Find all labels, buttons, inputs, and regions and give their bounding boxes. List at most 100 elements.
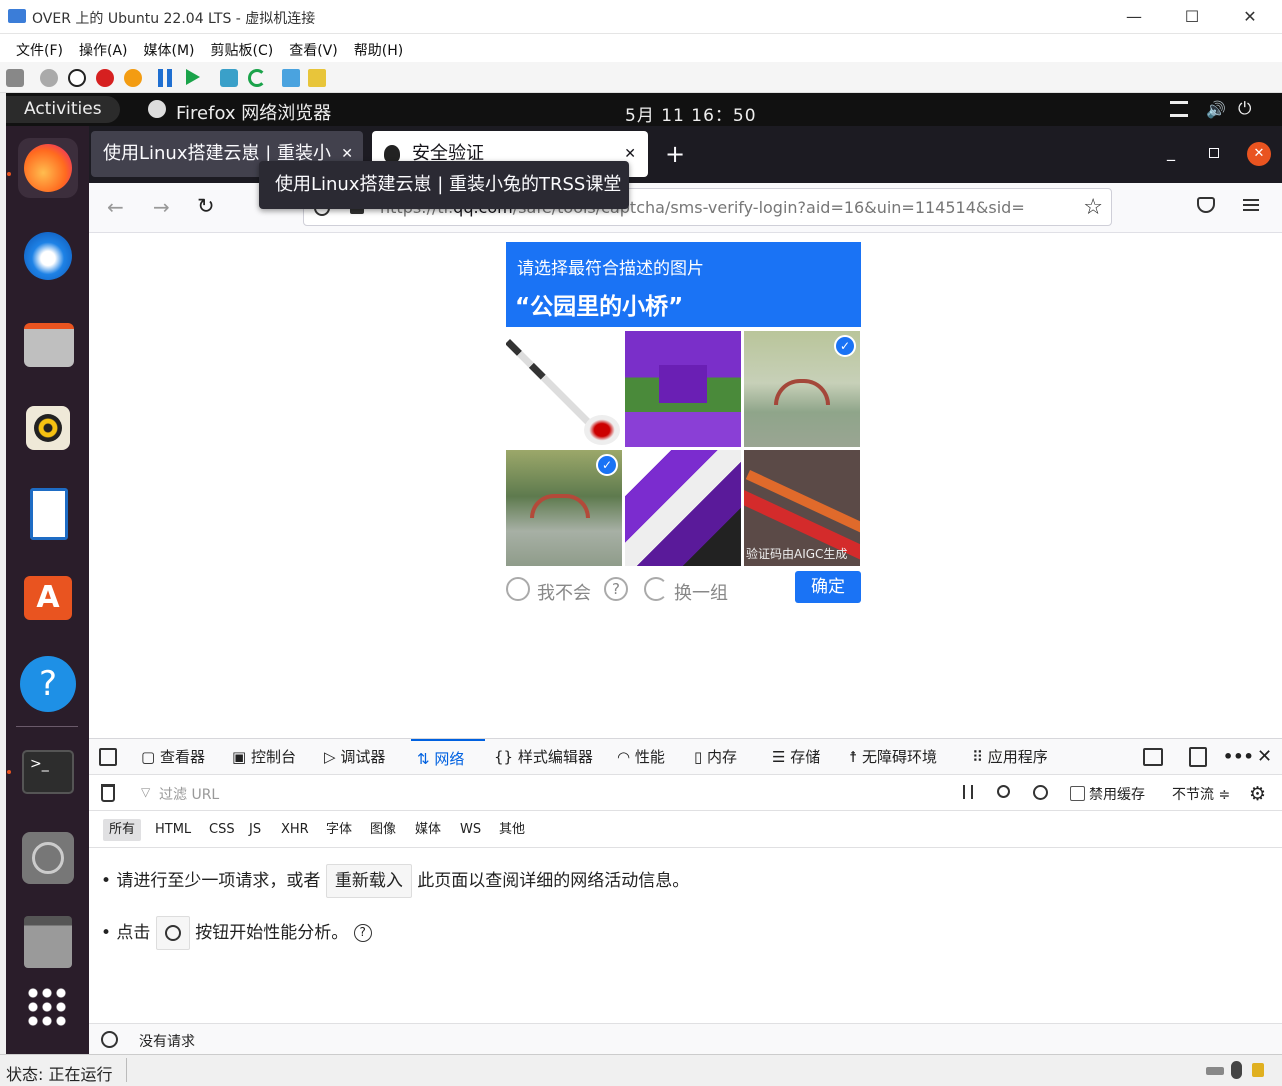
ff-restore-button[interactable] [1209, 148, 1219, 158]
throttle-select[interactable]: 不节流 ≑ [1172, 784, 1230, 804]
dock-sidebar-icon[interactable] [1143, 748, 1163, 766]
shutdown-icon[interactable] [96, 69, 114, 87]
terminal-icon[interactable]: >_ [18, 744, 78, 804]
ff-minimize-button[interactable]: _ [1167, 142, 1175, 161]
pocket-icon[interactable] [1197, 197, 1215, 213]
power-icon[interactable]: ⏻ [1238, 99, 1251, 119]
disable-cache-checkbox[interactable] [1070, 786, 1085, 801]
type-ws[interactable]: WS [454, 819, 487, 841]
element-picker-icon[interactable] [99, 748, 117, 766]
revert-icon[interactable] [248, 69, 266, 87]
ff-close-button[interactable]: ✕ [1247, 142, 1271, 166]
pause-icon[interactable] [158, 69, 172, 87]
enhanced-session-icon[interactable] [282, 69, 300, 87]
tab-performance[interactable]: ◠ 性能 [617, 739, 665, 775]
refresh-icon[interactable] [644, 577, 668, 601]
dont-know-button[interactable]: 我不会 [537, 579, 591, 605]
request-count: 没有请求 [139, 1034, 195, 1050]
search-icon[interactable] [997, 785, 1010, 798]
network-filter-bar: ▽ 过滤 URL 禁用缓存 不节流 ≑ ⚙ [89, 775, 1282, 811]
disc-icon[interactable] [18, 828, 78, 888]
menu-file[interactable]: 文件(F) [16, 40, 63, 60]
app-center-icon[interactable]: A [18, 568, 78, 628]
close-window-button[interactable]: ✕ [1221, 0, 1279, 34]
captcha-image-6[interactable]: 验证码由AIGC生成 [744, 450, 860, 566]
share-icon[interactable] [308, 69, 326, 87]
type-xhr[interactable]: XHR [275, 819, 315, 841]
forward-icon[interactable]: → [153, 195, 170, 219]
menu-clipboard[interactable]: 剪贴板(C) [211, 40, 274, 60]
network-icon: ⇅ [417, 750, 435, 768]
help-icon[interactable]: ? [604, 577, 628, 601]
type-js[interactable]: JS [243, 819, 267, 841]
pause-recording-icon[interactable] [963, 785, 973, 799]
firefox-icon[interactable] [18, 138, 78, 198]
stopwatch-icon[interactable] [101, 1031, 118, 1048]
menu-media[interactable]: 媒体(M) [144, 40, 195, 60]
confirm-button[interactable]: 确定 [795, 571, 861, 603]
tab-network[interactable]: ⇅ 网络 [411, 739, 485, 775]
menu-action[interactable]: 操作(A) [79, 40, 128, 60]
tab-storage[interactable]: ☰ 存储 [772, 739, 820, 775]
type-all[interactable]: 所有 [103, 819, 142, 841]
trash-icon[interactable] [18, 912, 78, 972]
dock-mode-icon[interactable] [1189, 747, 1207, 767]
refresh-button[interactable]: 换一组 [674, 579, 728, 605]
type-image[interactable]: 图像 [364, 819, 402, 841]
thunderbird-icon[interactable] [18, 226, 78, 286]
disable-cache-label[interactable]: 禁用缓存 [1089, 784, 1145, 804]
close-devtools-icon[interactable]: ✕ [1257, 739, 1272, 775]
block-icon[interactable] [1033, 785, 1048, 800]
start-profiling-button[interactable] [155, 916, 190, 950]
help-icon[interactable]: ? [18, 654, 78, 714]
captcha-image-2[interactable] [625, 331, 741, 447]
network-icon[interactable] [1170, 101, 1188, 117]
type-css[interactable]: CSS [203, 819, 241, 841]
tab-application[interactable]: ⠿ 应用程序 [972, 739, 1048, 775]
volume-icon[interactable]: 🔊 [1206, 100, 1226, 119]
menu-help[interactable]: 帮助(H) [354, 40, 403, 60]
tab-accessibility[interactable]: ☨ 无障碍环境 [849, 739, 937, 775]
libreoffice-writer-icon[interactable] [18, 484, 78, 544]
menu-hamburger-icon[interactable] [1243, 199, 1259, 211]
start-icon[interactable] [40, 69, 58, 87]
type-media[interactable]: 媒体 [409, 819, 447, 841]
type-other[interactable]: 其他 [493, 819, 531, 841]
reload-icon[interactable]: ↻ [197, 194, 215, 218]
captcha-image-1[interactable] [506, 331, 622, 447]
maximize-button[interactable]: ☐ [1163, 0, 1221, 34]
clock[interactable]: 5月 11 16：50 [625, 101, 757, 126]
type-html[interactable]: HTML [149, 819, 197, 841]
ctrl-alt-del-icon[interactable] [6, 69, 24, 87]
filter-url-input[interactable]: 过滤 URL [159, 784, 219, 804]
captcha-image-4[interactable]: ✓ [506, 450, 622, 566]
captcha-image-3[interactable]: ✓ [744, 331, 860, 447]
captcha-image-5[interactable] [625, 450, 741, 566]
menu-view[interactable]: 查看(V) [289, 40, 338, 60]
save-state-icon[interactable] [124, 69, 142, 87]
resume-icon[interactable] [186, 69, 200, 85]
minimize-button[interactable]: — [1105, 0, 1163, 34]
tab-console[interactable]: ▣ 控制台 [232, 739, 296, 775]
tab-inspector[interactable]: ▢ 查看器 [141, 739, 205, 775]
network-settings-icon[interactable]: ⚙ [1249, 783, 1266, 805]
accessibility-icon[interactable] [506, 577, 530, 601]
bookmark-star-icon[interactable]: ☆ [1077, 195, 1103, 220]
activities-button[interactable]: Activities [6, 96, 120, 123]
more-options-icon[interactable]: ••• [1223, 739, 1254, 775]
app-menu[interactable]: Firefox 网络浏览器 [176, 99, 331, 125]
tab-style-editor[interactable]: {} 样式编辑器 [494, 739, 593, 775]
help-circle-icon[interactable]: ? [353, 924, 372, 942]
tab-memory[interactable]: ▯ 内存 [694, 739, 737, 775]
back-icon[interactable]: ← [107, 195, 124, 219]
type-font[interactable]: 字体 [320, 819, 358, 841]
checkpoint-icon[interactable] [220, 69, 238, 87]
rhythmbox-icon[interactable] [18, 398, 78, 458]
new-tab-button[interactable]: + [665, 140, 685, 168]
files-icon[interactable] [18, 313, 78, 373]
clear-requests-icon[interactable] [101, 784, 115, 802]
show-apps-icon[interactable] [26, 986, 66, 1026]
tab-debugger[interactable]: ▷ 调试器 [324, 739, 385, 775]
turn-off-icon[interactable] [68, 69, 86, 87]
reload-button[interactable]: 重新载入 [325, 864, 412, 898]
